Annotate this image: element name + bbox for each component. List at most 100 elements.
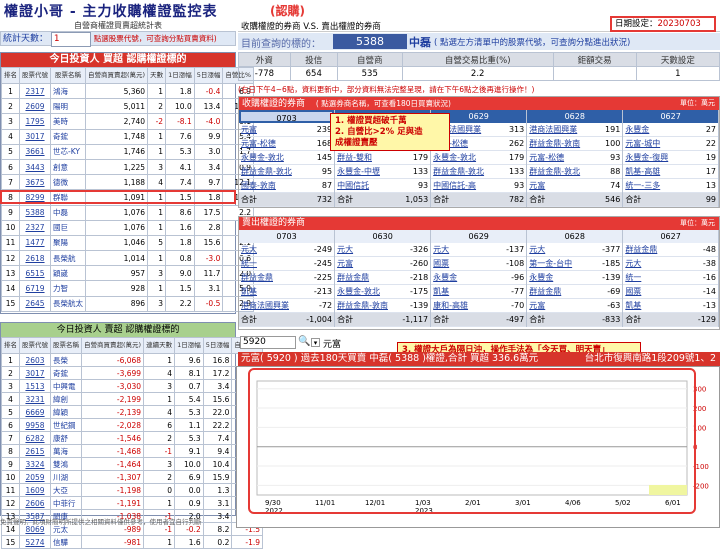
stock-code-link[interactable]: 2615 — [19, 444, 51, 458]
broker-row[interactable]: 港商法國興業 191 — [527, 123, 623, 137]
broker-name[interactable]: 凱基 — [625, 299, 641, 312]
stock-code-link[interactable]: 6282 — [19, 431, 51, 445]
broker-name[interactable]: 元富-松德 — [529, 151, 564, 164]
stock-code-link[interactable]: 6719 — [19, 280, 51, 297]
stock-code-link[interactable]: 2618 — [19, 250, 51, 267]
dropdown-icon[interactable]: ▾ — [311, 338, 320, 347]
table-row[interactable]: 102059川湖-1,30726.915.90.4 — [1, 470, 264, 484]
broker-row[interactable]: 群益金鼎 -225 — [239, 271, 335, 285]
table-row[interactable]: 15 5274 信驊 -981 1 1.6 0.2 -1.9 — [1, 535, 264, 549]
table-row[interactable]: 111477聚陽1,04651.815.62.1 — [1, 234, 255, 252]
broker-row[interactable]: 群益金鼎 -218 — [335, 271, 431, 285]
broker-row[interactable]: 元大 -38 — [623, 257, 718, 271]
broker-row[interactable]: 元富 239 — [239, 123, 335, 137]
table-row[interactable]: 6 3443 創意 1,225 3 4.1 3.4 0.9 — [1, 158, 255, 176]
broker-row[interactable]: 群益金鼎 -69 — [527, 285, 623, 299]
table-row[interactable]: 31513中興電-3,03030.73.4-2.3 — [1, 379, 264, 393]
table-row[interactable]: 14 6719 力智 928 1 1.5 3.1 5.9 — [1, 280, 255, 297]
search-icon[interactable]: 🔍 — [298, 336, 310, 347]
broker-row[interactable]: 永豐金-敦北 179 — [431, 151, 527, 165]
stock-code-link[interactable]: 1609 — [19, 483, 51, 497]
broker-row[interactable]: 康和-高雄 -70 — [431, 299, 527, 313]
date-setting[interactable]: 日期設定：20230703 — [610, 16, 716, 32]
broker-name[interactable]: 元富 — [337, 257, 353, 270]
broker-name[interactable]: 群益金鼎-敦北 — [529, 165, 580, 178]
table-row[interactable]: 69958世紀鋼-2,02861.122.2-3.2 — [1, 418, 264, 432]
query-code[interactable]: 5388 — [333, 34, 407, 49]
table-row[interactable]: 7 3675 德微 1,188 4 7.4 9.7 12.1 — [1, 174, 255, 191]
table-row[interactable]: 82615萬海-1,468-19.19.4-1.9 — [1, 444, 264, 458]
table-row[interactable]: 111609大亞-1,19800.01.3-2.2 — [1, 483, 264, 497]
stock-code-link[interactable]: 3661 — [19, 143, 51, 160]
broker-row[interactable]: 元富 -260 — [335, 257, 431, 271]
stock-code-link[interactable]: 6669 — [19, 405, 51, 419]
table-row[interactable]: 22609陽明5,011210.013.410.9 — [1, 98, 255, 115]
broker-name[interactable]: 元大 — [337, 243, 353, 256]
broker-row[interactable]: 凱基 -213 — [239, 285, 335, 299]
broker-row[interactable]: 元大 -326 — [335, 243, 431, 257]
broker-name[interactable]: 港商法國興業 — [241, 299, 289, 312]
table-row[interactable]: 122606中菲行-1,19110.93.1-31.1 — [1, 496, 264, 510]
broker-name[interactable]: 國票 — [625, 285, 641, 298]
broker-name[interactable]: 永豐金-復興 — [625, 151, 668, 164]
broker-name[interactable]: 凱基 — [241, 285, 257, 298]
broker-name[interactable]: 元大 — [433, 243, 449, 256]
broker-row[interactable]: 國票 -14 — [623, 285, 718, 299]
broker-row[interactable]: 元富 -63 — [527, 299, 623, 313]
broker-name[interactable]: 群益金鼎 — [529, 285, 561, 298]
broker-row[interactable]: 統一-三多 13 — [623, 179, 718, 193]
broker-name[interactable]: 國票 — [433, 257, 449, 270]
stock-code-link[interactable]: 5388 — [19, 204, 51, 221]
broker-name[interactable]: 群益金鼎 — [241, 271, 273, 284]
broker-row[interactable]: 中國信託 93 — [335, 179, 431, 193]
broker-name[interactable]: 中國信託-高 — [433, 179, 476, 192]
broker-row[interactable]: 群益金鼎 -48 — [623, 243, 718, 257]
broker-row[interactable]: 國泰-敦南 87 — [239, 179, 335, 193]
broker-name[interactable]: 群益金鼎-敦南 — [337, 299, 388, 312]
broker-row[interactable]: 元富-松德 168 — [239, 137, 335, 151]
broker-name[interactable]: 第一金-台中 — [529, 257, 572, 270]
stock-code-link[interactable]: 2645 — [19, 295, 51, 312]
broker-row[interactable]: 元大 -137 — [431, 243, 527, 257]
broker-name[interactable]: 凱基 — [433, 285, 449, 298]
stock-code-link[interactable]: 2327 — [19, 219, 51, 236]
broker-name[interactable]: 永豐金-敦北 — [433, 151, 476, 164]
broker-row[interactable]: 群益金鼎-敦北 95 — [239, 165, 335, 179]
stock-code-link[interactable]: 2059 — [19, 470, 51, 484]
broker-row[interactable]: 凱基 -77 — [431, 285, 527, 299]
broker-row[interactable]: 國票 -108 — [431, 257, 527, 271]
stock-code-link[interactable]: 5274 — [19, 535, 51, 549]
broker-name[interactable]: 元富 — [529, 179, 545, 192]
broker-name[interactable]: 永豐金 — [433, 271, 457, 284]
broker-name[interactable]: 元大 — [625, 257, 641, 270]
broker-row[interactable]: 凱基 -13 — [623, 299, 718, 313]
broker-row[interactable]: 元大 -249 — [239, 243, 335, 257]
broker-name[interactable]: 元富 — [529, 299, 545, 312]
days-input[interactable]: 1 — [50, 32, 91, 47]
broker-name[interactable]: 元富-松德 — [241, 137, 276, 150]
table-row[interactable]: 12603長榮-6,06819.616.8-2.4 — [1, 353, 264, 367]
broker-name[interactable]: 元大 — [529, 243, 545, 256]
broker-name[interactable]: 康和-高雄 — [433, 299, 468, 312]
broker-name[interactable]: 統一 — [241, 257, 257, 270]
broker-row[interactable]: 第一金-台中 -185 — [527, 257, 623, 271]
broker-name[interactable]: 群益金鼎-敦南 — [529, 137, 580, 150]
table-row[interactable]: 31795美時2,740-2-8.1-4.00.1 — [1, 113, 255, 130]
broker-name[interactable]: 永豐金-中壢 — [337, 165, 380, 178]
broker-row[interactable]: 元富 74 — [527, 179, 623, 193]
table-row[interactable]: 56669緯穎-2,13945.322.00.2 — [1, 405, 264, 419]
table-row[interactable]: 1 2317 鴻海 5,360 1 1.8 -0.4 6.9 — [1, 82, 255, 100]
broker-row[interactable]: 群益金鼎-敦南 -139 — [335, 299, 431, 313]
broker-row[interactable]: 元富-城中 22 — [623, 137, 718, 151]
stock-code-link[interactable]: 9958 — [19, 418, 51, 432]
broker-name[interactable]: 中國信託 — [337, 179, 369, 192]
broker-row[interactable]: 中國信託-高 93 — [431, 179, 527, 193]
broker-name[interactable]: 永豐金 — [529, 271, 553, 284]
table-row[interactable]: 13 6515 穎崴 957 3 9.0 11.7 2.0 — [1, 265, 255, 282]
table-row[interactable]: 12 2618 長榮航 1,014 1 0.8 -3.0 0.6 — [1, 250, 255, 267]
stock-code-link[interactable]: 1795 — [19, 113, 51, 130]
table-row[interactable]: 5 3661 世芯-KY 1,746 1 5.3 3.0 1.7 — [1, 143, 255, 160]
broker-code-input[interactable]: 5920 — [240, 336, 296, 349]
table-row[interactable]: 23017奇鋐-3,69948.117.20.2 — [1, 366, 264, 380]
broker-row[interactable]: 永豐金 27 — [623, 123, 718, 137]
